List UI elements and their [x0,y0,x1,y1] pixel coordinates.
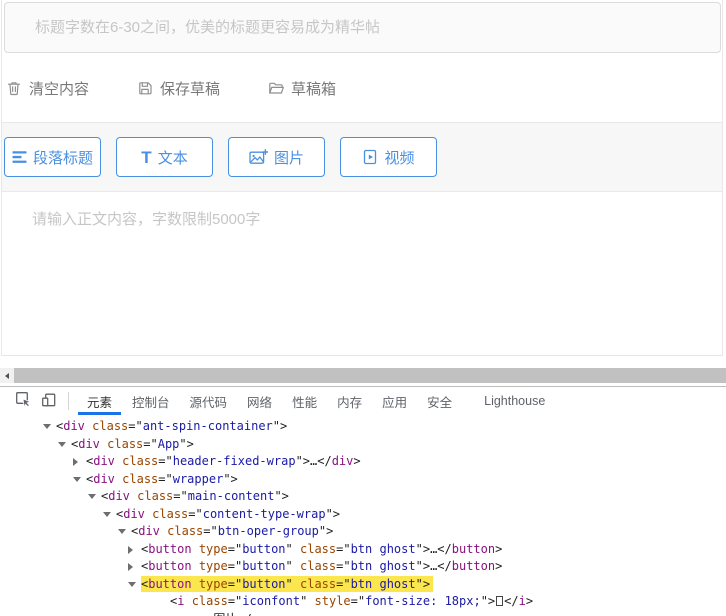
dom-tree: <div class="ant-spin-container"> <div cla… [0,415,726,616]
image-icon [249,149,268,165]
missing-glyph-box [496,596,504,606]
dom-tree-row[interactable]: <div class="main-content"> [0,488,726,506]
tab-sources[interactable]: 源代码 [180,387,238,415]
collapse-arrow-icon[interactable] [43,424,51,429]
video-icon [362,149,378,165]
dom-tree-row[interactable]: <div class="header-fixed-wrap">…</div> [0,453,726,471]
dom-tree-row[interactable]: <button type="button" class="btn ghost">… [0,558,726,576]
save-draft-label: 保存草稿 [160,80,221,98]
dom-tree-row[interactable]: <div class="content-type-wrap"> [0,506,726,524]
toolbar-separator [68,392,69,410]
text-T-icon: T [141,147,152,167]
screen: 清空内容 保存草稿 草 [0,0,726,616]
save-icon [137,80,153,96]
horizontal-scrollbar[interactable] [0,368,726,383]
scrollbar-left-arrow[interactable] [0,368,14,383]
collapse-arrow-icon[interactable] [73,476,81,482]
dom-tree-row[interactable]: <button type="button" class="btn ghost"> [0,575,726,594]
collapse-arrow-icon[interactable] [58,441,66,447]
paragraph-title-label: 段落标题 [32,149,93,167]
collapse-arrow-icon[interactable] [88,494,96,499]
collapse-arrow-icon[interactable] [118,529,126,534]
title-input[interactable] [4,2,721,53]
inspect-element-button[interactable] [10,387,36,415]
dom-tree-row[interactable]: <div class="wrapper"> [0,471,726,489]
left-arrow-icon [5,372,9,379]
tab-lighthouse[interactable]: Lighthouse [474,387,555,415]
dom-tree-row[interactable]: <div class="ant-spin-container"> [0,418,726,436]
drafts-label: 草稿箱 [291,80,337,98]
trash-icon [6,80,22,96]
scrollbar-thumb[interactable] [14,368,726,383]
insert-toolbar: 段落标题 T 文本 图片 视频 [2,122,722,192]
inspect-cursor-icon [15,391,32,411]
image-label: 图片 [273,149,304,167]
post-editor-panel: 清空内容 保存草稿 草 [1,0,723,356]
devtools-panel: 元素 控制台 源代码 网络 性能 内存 应用 安全 Lighthouse <di… [0,386,726,616]
dom-tree-row[interactable]: <i class="iconfont" style="font-size: 18… [0,593,726,611]
dom-tree-row[interactable]: <div class="App"> [0,436,726,454]
device-toolbar-button[interactable] [36,387,62,415]
video-label: 视频 [384,149,415,167]
text-label: 文本 [157,149,188,167]
expand-arrow-icon[interactable] [128,563,133,571]
device-toolbar-icon [41,392,57,411]
expand-arrow-icon[interactable] [128,545,133,554]
collapse-arrow-icon[interactable] [128,581,136,587]
save-draft-button[interactable]: 保存草稿 [137,78,220,99]
video-button[interactable]: 视频 [340,137,437,177]
collapse-arrow-icon[interactable] [103,511,111,517]
image-button[interactable]: 图片 [228,137,325,177]
devtools-toolbar: 元素 控制台 源代码 网络 性能 内存 应用 安全 Lighthouse [0,387,726,415]
file-toolbar: 清空内容 保存草稿 草稿箱 [2,54,722,122]
tab-memory[interactable]: 内存 [327,387,372,415]
drafts-button[interactable]: 草稿箱 [268,78,336,99]
paragraph-title-button[interactable]: 段落标题 [4,137,101,177]
tab-security[interactable]: 安全 [417,387,462,415]
tab-performance[interactable]: 性能 [282,387,327,415]
tab-network[interactable]: 网络 [237,387,282,415]
expand-arrow-icon[interactable] [73,458,78,466]
paragraph-lines-icon [12,149,27,165]
dom-tree-row[interactable]: <span>图片</span> [0,611,726,616]
dom-tree-row[interactable]: <button type="button" class="btn ghost">… [0,541,726,559]
text-button[interactable]: T 文本 [116,137,213,177]
dom-tree-row[interactable]: <div class="btn-oper-group"> [0,523,726,541]
tab-application[interactable]: 应用 [372,387,417,415]
drafts-folder-icon [268,80,284,96]
body-textarea[interactable] [2,192,722,355]
clear-content-button[interactable]: 清空内容 [6,78,89,99]
clear-content-label: 清空内容 [29,80,90,98]
tab-console[interactable]: 控制台 [122,387,180,415]
tab-elements[interactable]: 元素 [77,387,122,415]
